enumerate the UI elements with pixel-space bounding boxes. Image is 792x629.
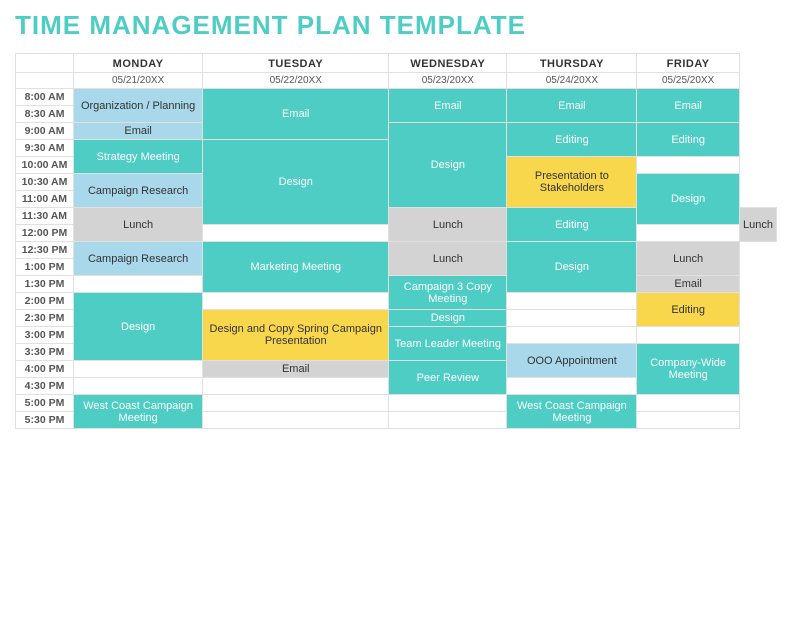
time-label: 11:00 AM bbox=[16, 191, 74, 208]
time-label: 2:00 PM bbox=[16, 293, 74, 310]
cell-empty bbox=[507, 327, 637, 344]
schedule-table: MONDAY TUESDAY WEDNESDAY THURSDAY FRIDAY… bbox=[15, 53, 777, 429]
cell-thu-presentation: Presentation to Stakeholders bbox=[507, 157, 637, 208]
time-label: 2:30 PM bbox=[16, 310, 74, 327]
date-thursday: 05/24/20XX bbox=[507, 73, 637, 89]
page-title: TIME MANAGEMENT PLAN TEMPLATE bbox=[15, 10, 777, 41]
cell-thu-ooo: OOO Appointment bbox=[507, 344, 637, 378]
cell-tue-lunch: Lunch bbox=[389, 208, 507, 242]
cell-mon-email: Email bbox=[74, 123, 203, 140]
table-row: 8:00 AM Organization / Planning Email Em… bbox=[16, 89, 777, 106]
cell-mon-westcoast: West Coast Campaign Meeting bbox=[74, 395, 203, 429]
cell-empty bbox=[637, 395, 740, 412]
cell-tue-design-copy: Design and Copy Spring Campaign Presenta… bbox=[203, 310, 389, 361]
cell-fri-editing-top: Editing bbox=[637, 123, 740, 157]
time-label: 1:30 PM bbox=[16, 276, 74, 293]
time-label: 3:00 PM bbox=[16, 327, 74, 344]
time-label: 5:30 PM bbox=[16, 412, 74, 429]
cell-empty bbox=[507, 310, 637, 327]
date-friday: 05/25/20XX bbox=[637, 73, 740, 89]
cell-thu-westcoast: West Coast Campaign Meeting bbox=[507, 395, 637, 429]
time-header bbox=[16, 54, 74, 73]
cell-mon-campaign-research-bot: Campaign Research bbox=[74, 242, 203, 276]
cell-fri-editing-bot: Editing bbox=[637, 293, 740, 327]
cell-wed-design-bot: Design bbox=[389, 310, 507, 327]
cell-empty bbox=[637, 412, 740, 429]
cell-tue-marketing: Marketing Meeting bbox=[203, 242, 389, 293]
cell-empty bbox=[203, 378, 389, 395]
time-label: 10:30 AM bbox=[16, 174, 74, 191]
time-label: 12:30 PM bbox=[16, 242, 74, 259]
cell-fri-lunch: Lunch bbox=[637, 242, 740, 276]
cell-fri-email-top: Email bbox=[637, 89, 740, 123]
date-empty bbox=[16, 73, 74, 89]
cell-fri-company-wide: Company-Wide Meeting bbox=[637, 344, 740, 395]
cell-empty bbox=[203, 412, 389, 429]
cell-mon-strategy: Strategy Meeting bbox=[74, 140, 203, 174]
time-label: 12:00 PM bbox=[16, 225, 74, 242]
cell-wed-design-top: Design bbox=[389, 123, 507, 208]
cell-empty bbox=[389, 412, 507, 429]
cell-empty bbox=[74, 378, 203, 395]
time-label: 4:00 PM bbox=[16, 361, 74, 378]
cell-wed-teamleader: Team Leader Meeting bbox=[389, 327, 507, 361]
table-row: 5:00 PM West Coast Campaign Meeting West… bbox=[16, 395, 777, 412]
cell-empty bbox=[637, 157, 740, 174]
cell-empty bbox=[74, 361, 203, 378]
cell-mon-design: Design bbox=[74, 293, 203, 361]
time-label: 8:30 AM bbox=[16, 106, 74, 123]
day-tuesday: TUESDAY bbox=[203, 54, 389, 73]
date-tuesday: 05/22/20XX bbox=[203, 73, 389, 89]
cell-tue-email-bot: Email bbox=[203, 361, 389, 378]
cell-empty bbox=[203, 395, 389, 412]
cell-tue-email: Email bbox=[203, 89, 389, 140]
cell-tue-design: Design bbox=[203, 140, 389, 225]
time-label: 1:00 PM bbox=[16, 259, 74, 276]
cell-wed-email: Email bbox=[389, 89, 507, 123]
cell-empty bbox=[74, 276, 203, 293]
time-label: 10:00 AM bbox=[16, 157, 74, 174]
cell-wed-peerreview: Peer Review bbox=[389, 361, 507, 395]
day-monday: MONDAY bbox=[74, 54, 203, 73]
time-label: 9:00 AM bbox=[16, 123, 74, 140]
time-label: 9:30 AM bbox=[16, 140, 74, 157]
cell-empty bbox=[637, 327, 740, 344]
table-row: 12:30 PM Campaign Research Marketing Mee… bbox=[16, 242, 777, 259]
time-label: 5:00 PM bbox=[16, 395, 74, 412]
cell-thu-design: Design bbox=[507, 242, 637, 293]
date-wednesday: 05/23/20XX bbox=[389, 73, 507, 89]
cell-mon-lunch-top: Lunch bbox=[74, 208, 203, 242]
cell-empty bbox=[389, 395, 507, 412]
cell-empty bbox=[507, 378, 637, 395]
cell-wed-lunch: Lunch bbox=[389, 242, 507, 276]
cell-wed-editing: Editing bbox=[507, 208, 637, 242]
cell-thu-lunch: Lunch bbox=[739, 208, 776, 242]
date-monday: 05/21/20XX bbox=[74, 73, 203, 89]
cell-wed-campaign3: Campaign 3 Copy Meeting bbox=[389, 276, 507, 310]
time-label: 4:30 PM bbox=[16, 378, 74, 395]
day-friday: FRIDAY bbox=[637, 54, 740, 73]
table-row: 9:00 AM Email Design Editing Editing bbox=[16, 123, 777, 140]
cell-empty bbox=[203, 293, 389, 310]
cell-empty bbox=[203, 225, 389, 242]
day-thursday: THURSDAY bbox=[507, 54, 637, 73]
time-label: 8:00 AM bbox=[16, 89, 74, 106]
cell-org-planning: Organization / Planning bbox=[74, 89, 203, 123]
cell-fri-email-mid: Email bbox=[637, 276, 740, 293]
cell-mon-campaign-research-top: Campaign Research bbox=[74, 174, 203, 208]
time-label: 3:30 PM bbox=[16, 344, 74, 361]
cell-empty bbox=[507, 293, 637, 310]
time-label: 11:30 AM bbox=[16, 208, 74, 225]
cell-thu-editing: Editing bbox=[507, 123, 637, 157]
cell-fri-design: Design bbox=[637, 174, 740, 225]
day-wednesday: WEDNESDAY bbox=[389, 54, 507, 73]
cell-thu-email: Email bbox=[507, 89, 637, 123]
table-row: 1:30 PM Campaign 3 Copy Meeting Email bbox=[16, 276, 777, 293]
